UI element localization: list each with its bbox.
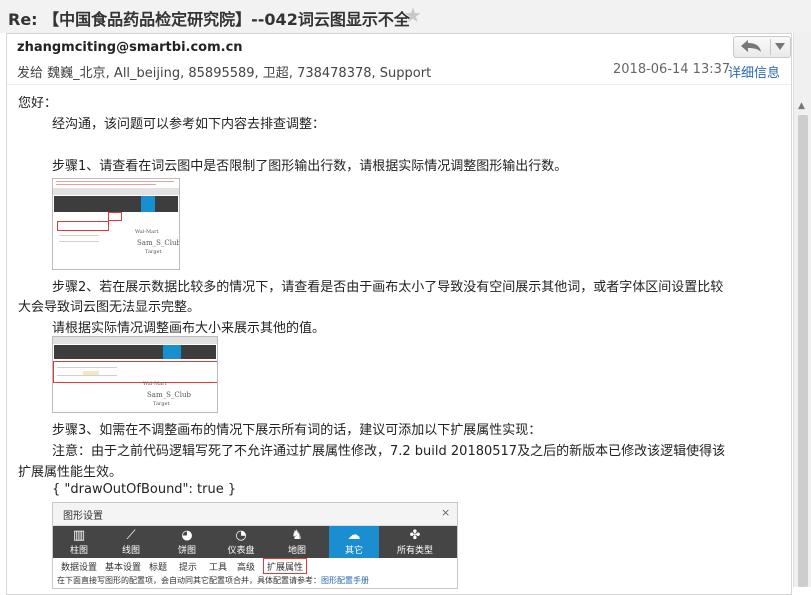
scroll-thumb[interactable] xyxy=(798,115,808,587)
dialog-tabs: 数据设置 基本设置 标题 提示 工具 高级 扩展属性 xyxy=(53,559,457,573)
greeting: 您好： xyxy=(18,96,58,111)
tab-advanced: 高级 xyxy=(237,563,256,573)
code-snippet: { "drawOutOfBound": true } xyxy=(52,482,237,497)
all-types-icon: ✤ xyxy=(409,528,421,543)
tab-data-settings: 数据设置 xyxy=(61,563,98,573)
scrollbar[interactable]: ▲ xyxy=(793,33,811,587)
scroll-up-icon[interactable]: ▲ xyxy=(798,101,805,111)
bar-chart-icon: ▥ xyxy=(72,528,86,543)
email-date: 2018-06-14 13:37 xyxy=(613,62,731,77)
chart-type-map-item: ♞ 地图 xyxy=(275,528,319,556)
email-header: zhangmciting@smartbi.com.cn 发给 魏巍_北京, Al… xyxy=(7,34,791,85)
chevron-down-icon[interactable] xyxy=(774,39,786,56)
tab-tooltip: 提示 xyxy=(179,563,198,573)
recipient-list[interactable]: 魏巍_北京, All_beijing, 85895589, 卫超, 738478… xyxy=(47,66,431,81)
email-subject: Re: 【中国食品药品检定研究院】--042词云图显示不全 xyxy=(8,10,410,29)
wordcloud-label: Sam_S_Club xyxy=(147,391,191,399)
map-icon: ♞ xyxy=(291,528,303,543)
chart-type-bar-item: ▥ 柱图 xyxy=(57,528,101,556)
reply-icon[interactable] xyxy=(738,38,764,58)
sender-address[interactable]: zhangmciting@smartbi.com.cn xyxy=(17,40,243,55)
settings-dialog-screenshot: 图形设置 × ▥ 柱图 ⟋ 线图 ◕ 饼图 ◔ 仪表盘 ♞ 地图 ☁ 其它 ✤ 所有类型 数据… xyxy=(52,502,458,589)
gauge-icon: ◔ xyxy=(235,528,247,543)
tab-basic-settings: 基本设置 xyxy=(105,563,142,573)
pie-chart-icon: ◕ xyxy=(181,528,193,543)
dialog-titlebar: 图形设置 xyxy=(53,503,457,526)
wordcloud-word: Wal-Mart xyxy=(135,229,159,235)
recipients: 发给 魏巍_北京, All_beijing, 85895589, 卫超, 738… xyxy=(17,62,431,81)
button-divider xyxy=(770,39,771,55)
tab-title: 标题 xyxy=(149,563,168,573)
dialog-title: 图形设置 xyxy=(63,511,103,522)
note-line2: 扩展属性能生效。 xyxy=(18,465,123,480)
highlight-box xyxy=(263,558,307,574)
tab-tools: 工具 xyxy=(209,563,228,573)
star-icon[interactable]: ★ xyxy=(404,3,422,27)
reply-button-group xyxy=(733,36,791,58)
step2-line2: 大会导致词云图无法显示完整。 xyxy=(18,300,201,315)
chart-type-gauge-item: ◔ 仪表盘 xyxy=(219,528,263,556)
step1-text: 步骤1、请查看在词云图中是否限制了图形输出行数，请根据实际情况调整图形输出行数。 xyxy=(52,159,568,174)
note-line1: 注意：由于之前代码逻辑写死了不允许通过扩展属性修改，7.2 build 2018… xyxy=(52,444,726,459)
step2-line1: 步骤2、若在展示数据比较多的情况下，请查看是否由于画布太小了导致没有空间展示其他… xyxy=(52,280,724,295)
wordcloud-word: Wal-Mart xyxy=(143,381,167,387)
step2-line3: 请根据实际情况调整画布大小来展示其他的值。 xyxy=(52,321,326,336)
wordcloud-label: Sam_S_Club xyxy=(137,239,180,247)
line-chart-icon: ⟋ xyxy=(126,528,136,543)
screenshot-step1: Wal-Mart Sam_S_Club Target xyxy=(52,178,180,270)
dialog-note: 在下面直接写图形的配置项，会自动同其它配置项合并，具体配置请参考：图形配置手册 xyxy=(57,576,369,585)
wordcloud-word: Target xyxy=(145,249,162,255)
to-label: 发给 xyxy=(17,66,44,81)
other-icon: ☁ xyxy=(347,528,361,543)
config-manual-link: 图形配置手册 xyxy=(321,576,369,585)
chart-type-other-item: ☁ 其它 xyxy=(332,528,376,556)
chart-type-line-item: ⟋ 线图 xyxy=(109,528,153,556)
intro-text: 经沟通，该问题可以参考如下内容去排查调整： xyxy=(52,117,326,132)
subject-bar: Re: 【中国食品药品检定研究院】--042词云图显示不全 ★ xyxy=(0,0,811,33)
close-icon: × xyxy=(441,506,451,519)
chart-type-all-item: ✤ 所有类型 xyxy=(387,528,443,556)
chart-type-pie-item: ◕ 饼图 xyxy=(165,528,209,556)
screenshot-step2: Wal-Mart Sam_S_Club Target xyxy=(52,336,218,413)
wordcloud-word: Target xyxy=(153,401,170,407)
details-link[interactable]: 详细信息 xyxy=(728,62,780,81)
step3-line1: 步骤3、如需在不调整画布的情况下展示所有词的话，建议可添加以下扩展属性实现： xyxy=(52,423,542,438)
